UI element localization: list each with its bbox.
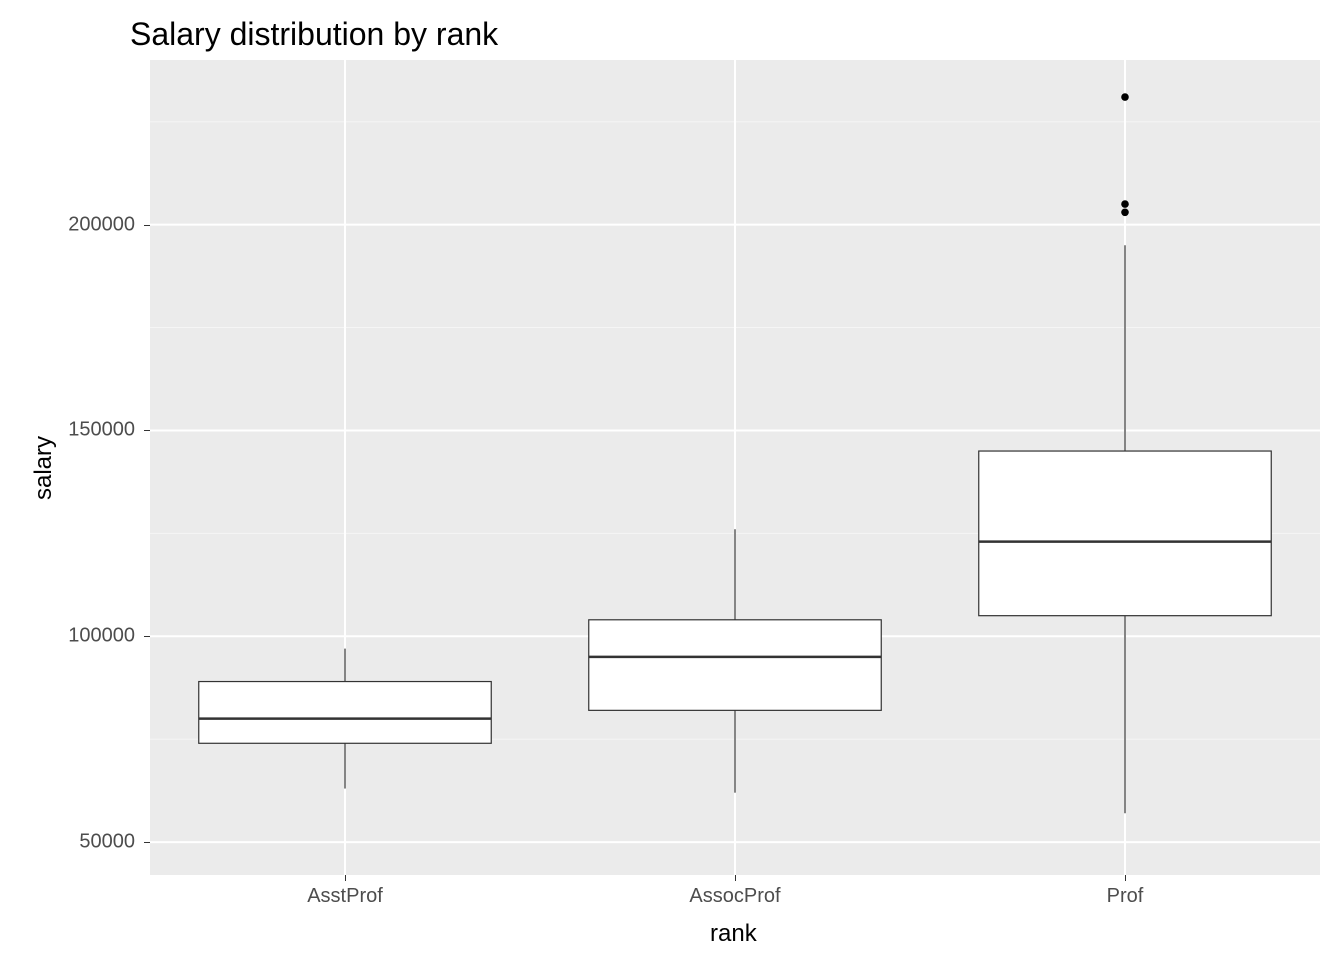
y-tick-label: 150000 <box>60 419 135 442</box>
plot-svg <box>150 60 1320 875</box>
y-tick-label: 200000 <box>60 213 135 236</box>
plot-panel <box>150 60 1320 875</box>
x-axis-label: rank <box>710 920 757 948</box>
y-axis-label: salary <box>30 436 58 500</box>
y-tick-mark <box>144 842 150 843</box>
x-tick-label: AsstProf <box>307 885 383 908</box>
x-tick-label: AssocProf <box>689 885 780 908</box>
x-tick-mark <box>1125 875 1126 881</box>
y-tick-mark <box>144 430 150 431</box>
x-tick-label: Prof <box>1107 885 1144 908</box>
y-tick-label: 100000 <box>60 625 135 648</box>
y-tick-label: 50000 <box>60 831 135 854</box>
y-tick-mark <box>144 225 150 226</box>
x-tick-mark <box>345 875 346 881</box>
chart-container: Salary distribution by rank 50000 100000 1… <box>0 0 1344 960</box>
y-tick-mark <box>144 636 150 637</box>
x-tick-mark <box>735 875 736 881</box>
chart-title: Salary distribution by rank <box>130 16 498 53</box>
